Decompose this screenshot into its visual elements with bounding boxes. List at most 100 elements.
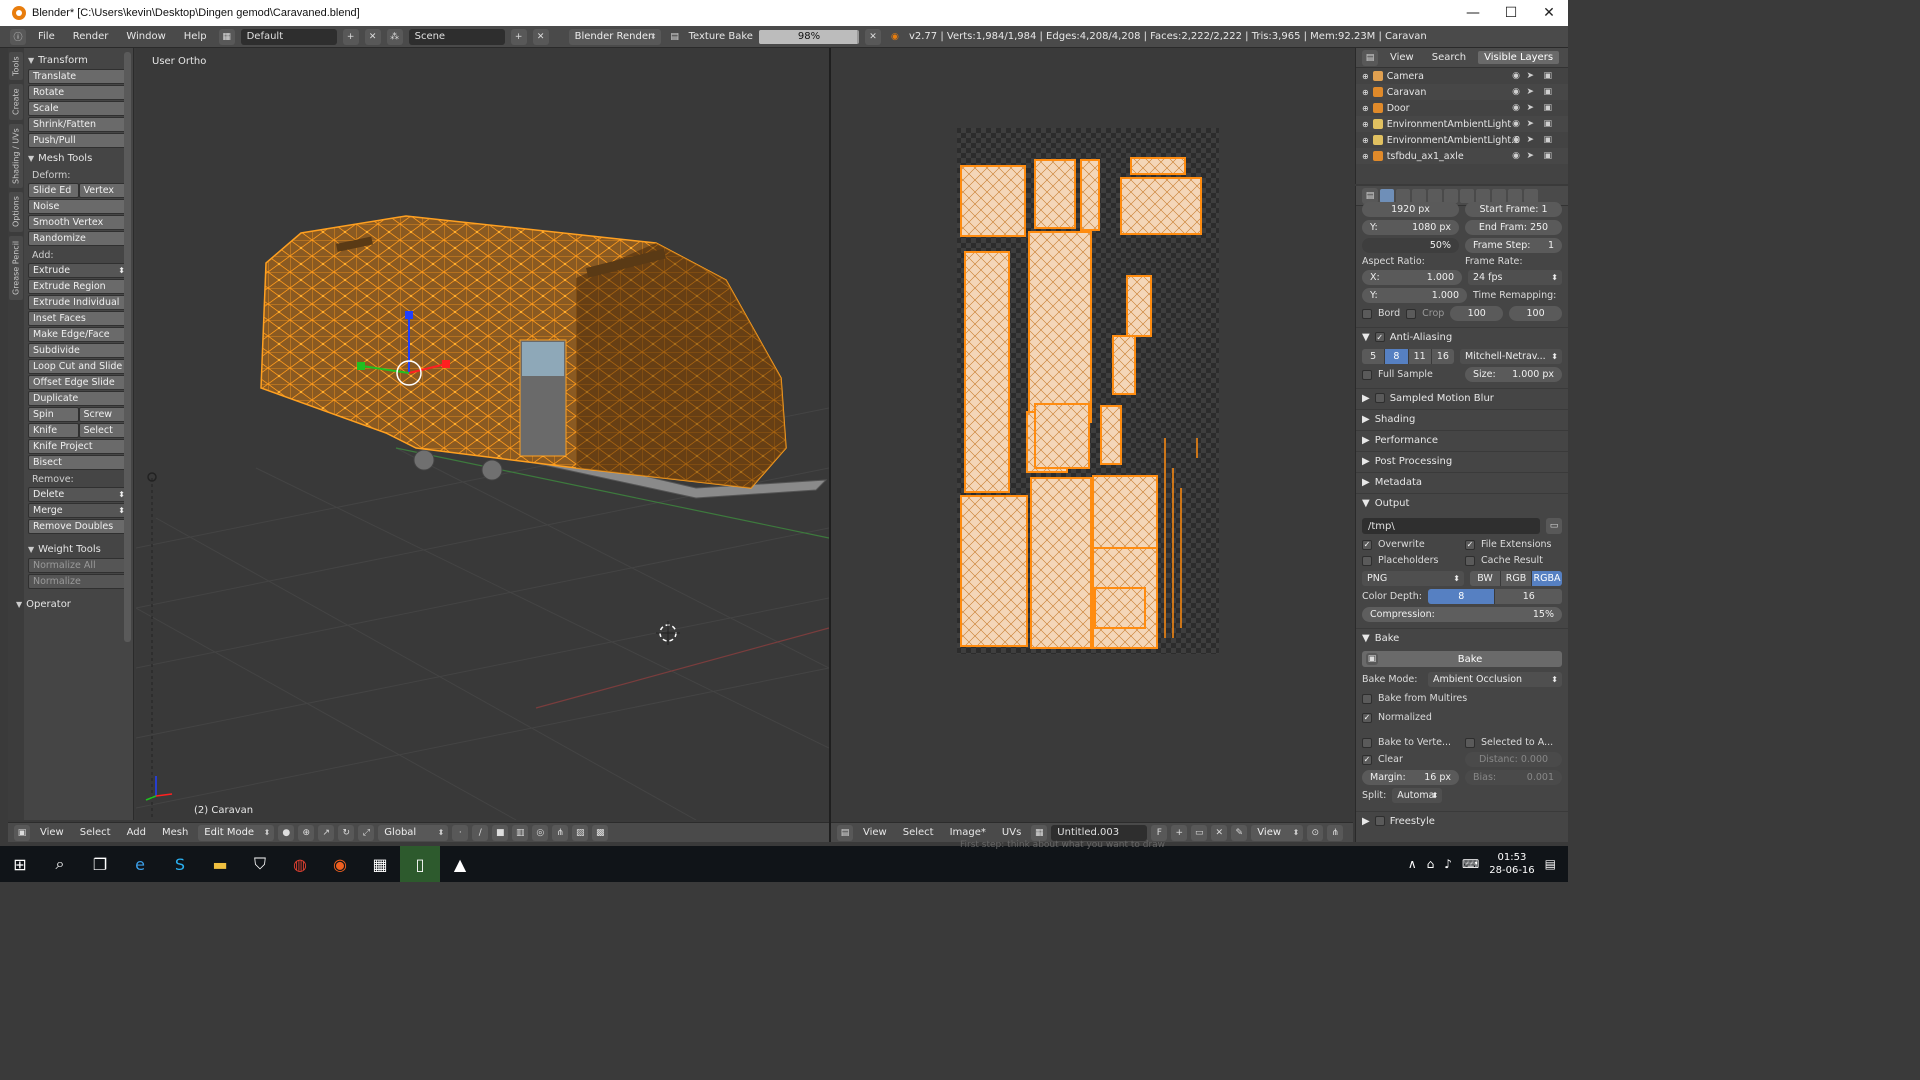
expand-icon[interactable]: ⊕	[1362, 72, 1369, 81]
info-editor-type-icon[interactable]: ⓘ	[10, 28, 26, 45]
spin-button[interactable]: Spin	[28, 407, 79, 422]
material-tab-icon[interactable]	[1508, 188, 1522, 203]
normalize-all-button[interactable]: Normalize All	[28, 558, 129, 573]
panel-operator-header[interactable]: ▼ Operator	[16, 595, 129, 613]
extrude-select[interactable]: Extrude	[28, 263, 129, 278]
mode-select[interactable]: Edit Mode	[198, 824, 275, 841]
photos-icon[interactable]: ▲	[440, 846, 480, 882]
uv-menu-uvs[interactable]: UVs	[996, 827, 1027, 838]
outliner-item[interactable]: ⊕ Caravan ◉ ➤ ▣	[1356, 84, 1568, 100]
outliner-view-menu[interactable]: View	[1384, 52, 1420, 63]
skype-icon[interactable]: S	[160, 846, 200, 882]
modifiers-tab-icon[interactable]	[1476, 188, 1490, 203]
overwrite-checkbox[interactable]: ✓	[1362, 539, 1372, 550]
renderability-camera-icon[interactable]: ▣	[1543, 119, 1552, 129]
visibility-eye-icon[interactable]: ◉	[1512, 119, 1520, 129]
renderability-camera-icon[interactable]: ▣	[1543, 151, 1552, 161]
expand-icon[interactable]: ⊕	[1362, 88, 1369, 97]
aa-sample-11[interactable]: 11	[1408, 349, 1432, 364]
bake-mode-select[interactable]: Ambient Occlusion	[1428, 672, 1562, 687]
clock[interactable]: 01:53 28-06-16	[1489, 851, 1534, 877]
origin-icon[interactable]: ◉	[320, 846, 360, 882]
pivot-point-icon[interactable]: ⊕	[298, 824, 315, 841]
outliner-search-menu[interactable]: Search	[1426, 52, 1472, 63]
remap-new-field[interactable]: 100	[1509, 306, 1563, 321]
bisect-button[interactable]: Bisect	[28, 455, 129, 470]
border-checkbox[interactable]	[1362, 308, 1372, 319]
noise-button[interactable]: Noise	[28, 199, 129, 214]
anti-aliasing-checkbox[interactable]: ✓	[1374, 332, 1385, 342]
frame-rate-select[interactable]: 24 fps	[1468, 270, 1562, 285]
vp-menu-select[interactable]: Select	[74, 827, 117, 838]
split-select[interactable]: Automa	[1392, 788, 1443, 803]
render-tab-icon[interactable]	[1380, 188, 1394, 203]
push-pull-button[interactable]: Push/Pull	[28, 133, 129, 148]
remove-scene-icon[interactable]: ✕	[532, 28, 549, 45]
panel-weight-tools-header[interactable]: ▼ Weight Tools	[28, 540, 129, 558]
outliner-editor-type-icon[interactable]: ▤	[1362, 49, 1378, 66]
extrude-individual-button[interactable]: Extrude Individual	[28, 295, 129, 310]
compression-slider[interactable]: Compression: 15%	[1362, 607, 1562, 622]
scene-icon[interactable]: ⁂	[386, 28, 403, 45]
distance-field[interactable]: Distanc: 0.000	[1465, 752, 1562, 767]
tab-create[interactable]: Create	[9, 84, 23, 120]
delete-select[interactable]: Delete	[28, 487, 129, 502]
renderability-camera-icon[interactable]: ▣	[1543, 135, 1552, 145]
rotate-manipulator-icon[interactable]: ↻	[338, 824, 355, 841]
cancel-job-icon[interactable]: ✕	[864, 28, 881, 45]
outliner-item[interactable]: ⊕ Door ◉ ➤ ▣	[1356, 100, 1568, 116]
subdivide-button[interactable]: Subdivide	[28, 343, 129, 358]
file-extensions-checkbox[interactable]: ✓	[1465, 539, 1475, 550]
new-image-icon[interactable]: +	[1171, 824, 1188, 841]
app-icon[interactable]: ▦	[360, 846, 400, 882]
rotate-button[interactable]: Rotate	[28, 85, 129, 100]
frame-step-field[interactable]: Frame Step: 1	[1465, 238, 1562, 253]
limit-selection-icon[interactable]: ▥	[512, 824, 529, 841]
expand-icon[interactable]: ⊕	[1362, 104, 1369, 113]
renderability-camera-icon[interactable]: ▣	[1543, 71, 1552, 81]
uv-image-editor[interactable]	[831, 48, 1353, 820]
visibility-eye-icon[interactable]: ◉	[1512, 103, 1520, 113]
file-format-select[interactable]: PNG	[1362, 571, 1464, 586]
color-depth-16[interactable]: 16	[1495, 589, 1562, 604]
tab-tools[interactable]: Tools	[9, 52, 23, 80]
start-button-icon[interactable]: ⊞	[0, 846, 40, 882]
uv-pivot-icon[interactable]: ⊙	[1307, 824, 1324, 841]
selectability-cursor-icon[interactable]: ➤	[1526, 151, 1534, 161]
fake-user-button[interactable]: F	[1151, 824, 1168, 841]
renderability-camera-icon[interactable]: ▣	[1543, 87, 1552, 97]
tool-shelf-scrollbar[interactable]	[124, 52, 131, 642]
viewport-shading-icon[interactable]: ●	[278, 824, 295, 841]
texture-tab-icon[interactable]	[1524, 188, 1538, 203]
face-select-icon[interactable]: ■	[492, 824, 509, 841]
freestyle-checkbox[interactable]	[1374, 816, 1385, 826]
keyboard-icon[interactable]: ⌨	[1462, 857, 1479, 871]
uv-snap-icon[interactable]: ⋔	[1327, 824, 1344, 841]
normalize-button[interactable]: Normalize	[28, 574, 129, 589]
outliner-item[interactable]: ⊕ EnvironmentAmbientLight ◉ ➤ ▣	[1356, 116, 1568, 132]
bake-to-vertex-checkbox[interactable]	[1362, 737, 1372, 748]
edge-select-icon[interactable]: /	[472, 824, 489, 841]
vp-menu-mesh[interactable]: Mesh	[156, 827, 194, 838]
shrink-fatten-button[interactable]: Shrink/Fatten	[28, 117, 129, 132]
selectability-cursor-icon[interactable]: ➤	[1526, 87, 1534, 97]
tab-shading-uvs[interactable]: Shading / UVs	[9, 124, 23, 188]
screen-layout-field[interactable]: Default	[240, 28, 337, 45]
uv-menu-view[interactable]: View	[857, 827, 893, 838]
full-sample-checkbox[interactable]	[1362, 369, 1372, 380]
placeholders-checkbox[interactable]	[1362, 555, 1372, 566]
aspect-x-field[interactable]: X: 1.000	[1362, 270, 1462, 285]
loop-cut-and-slide-button[interactable]: Loop Cut and Slide	[28, 359, 129, 374]
bake-button[interactable]: ▣ Bake	[1362, 651, 1562, 667]
image-name-field[interactable]: Untitled.003	[1051, 824, 1148, 841]
renderability-camera-icon[interactable]: ▣	[1543, 103, 1552, 113]
metadata-panel-header[interactable]: ▶ Metadata	[1356, 472, 1568, 491]
slide-edge-button[interactable]: Slide Ed	[28, 183, 79, 198]
aa-filter-select[interactable]: Mitchell-Netrav...	[1460, 349, 1562, 364]
close-window-button[interactable]: ✕	[1530, 0, 1568, 26]
visibility-eye-icon[interactable]: ◉	[1512, 135, 1520, 145]
chrome-icon[interactable]: ◍	[280, 846, 320, 882]
render-layers-tab-icon[interactable]	[1396, 188, 1410, 203]
expand-icon[interactable]: ⊕	[1362, 152, 1369, 161]
uv-editor-type-icon[interactable]: ▤	[837, 824, 853, 841]
